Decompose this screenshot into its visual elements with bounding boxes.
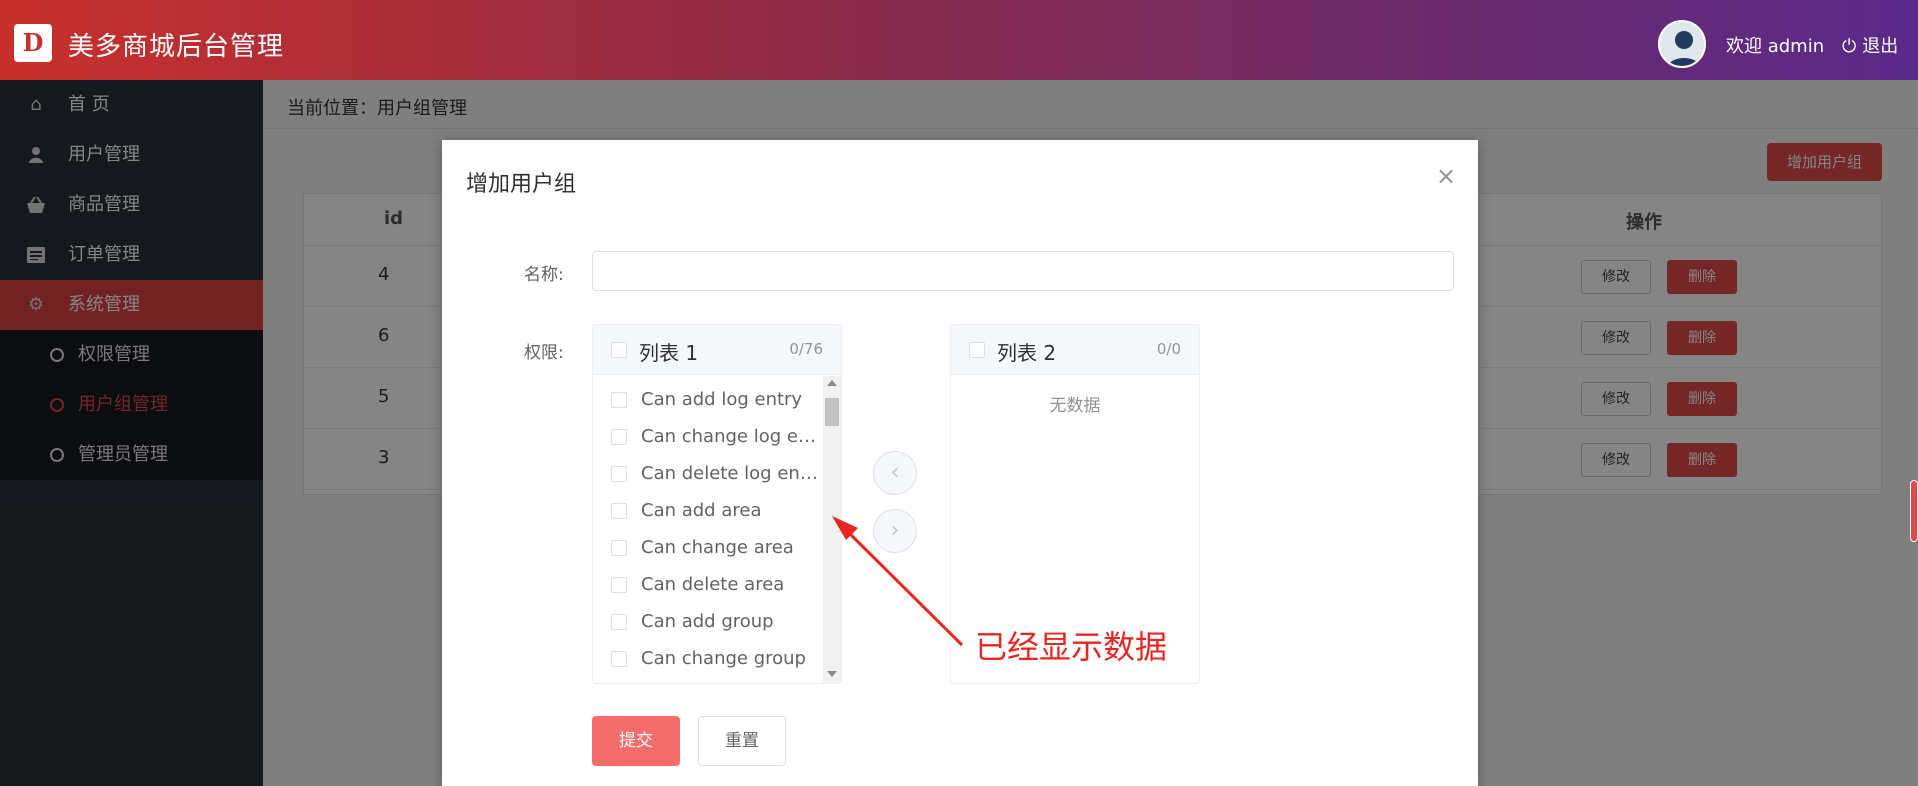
name-label: 名称: [524,265,564,285]
list-item[interactable]: Can add log entry [593,382,823,419]
transfer-count: 0/0 [1156,340,1181,358]
item-checkbox[interactable] [611,614,627,630]
power-icon: ⏻ [1842,36,1857,57]
annotation-text: 已经显示数据 [975,628,1168,666]
transfer-header: 列表 1 0/76 [593,325,841,375]
avatar-icon [1660,22,1704,66]
list-item[interactable]: Can change log entry [593,419,823,456]
move-left-button[interactable]: ‹ [873,451,917,495]
item-label: Can add group [641,611,774,632]
list-item[interactable]: Can change group [593,641,823,678]
logout-button[interactable]: ⏻ 退出 [1842,32,1898,58]
select-all-checkbox[interactable] [969,342,985,358]
scroll-down-icon[interactable] [827,671,837,677]
list-scrollbar[interactable] [823,376,841,683]
list-item[interactable]: Can add area [593,493,823,530]
item-checkbox[interactable] [611,503,627,519]
item-checkbox[interactable] [611,429,627,445]
app-title: 美多商城后台管理 [68,32,285,62]
name-input[interactable] [592,251,1454,291]
item-label: Can change group [641,648,806,669]
close-icon[interactable]: × [1436,162,1456,190]
transfer-title: 列表 1 [639,341,699,365]
item-checkbox[interactable] [611,466,627,482]
item-checkbox[interactable] [611,392,627,408]
list-item[interactable]: Can delete log entry [593,456,823,493]
empty-text: 无数据 [1049,396,1101,416]
page-scrollbar-thumb[interactable] [1910,480,1918,542]
item-label: Can add area [641,500,762,521]
transfer-title: 列表 2 [997,341,1057,365]
reset-button[interactable]: 重置 [698,716,786,766]
list-item[interactable]: Can change area [593,530,823,567]
transfer-list-source: 列表 1 0/76 Can add log entry Can change l… [592,324,842,684]
move-right-button[interactable]: › [873,509,917,553]
transfer-header: 列表 2 0/0 [951,325,1199,375]
add-group-dialog: 增加用户组 × 名称: 权限: 列表 1 0/76 Can add log en… [442,140,1478,786]
scrollbar-thumb[interactable] [825,398,839,426]
logo: D [14,24,52,62]
item-label: Can change log entry [641,426,821,447]
submit-button[interactable]: 提交 [592,716,680,766]
dialog-title: 增加用户组 [466,172,577,197]
item-label: Can add log entry [641,389,803,410]
item-label: Can delete log entry [641,463,821,484]
list-item[interactable]: Can add group [593,604,823,641]
scroll-up-icon[interactable] [827,380,837,386]
item-checkbox[interactable] [611,540,627,556]
item-checkbox[interactable] [611,651,627,667]
list-item[interactable]: Can delete area [593,567,823,604]
welcome-text: 欢迎 admin [1726,36,1825,57]
item-label: Can delete area [641,574,785,595]
logout-label: 退出 [1862,36,1899,57]
item-checkbox[interactable] [611,577,627,593]
top-header: D 美多商城后台管理 欢迎 admin ⏻ 退出 [0,0,1918,80]
item-label: Can change area [641,537,794,558]
permission-label: 权限: [524,343,564,363]
select-all-checkbox[interactable] [611,342,627,358]
transfer-count: 0/76 [789,340,823,358]
avatar[interactable] [1658,20,1706,68]
